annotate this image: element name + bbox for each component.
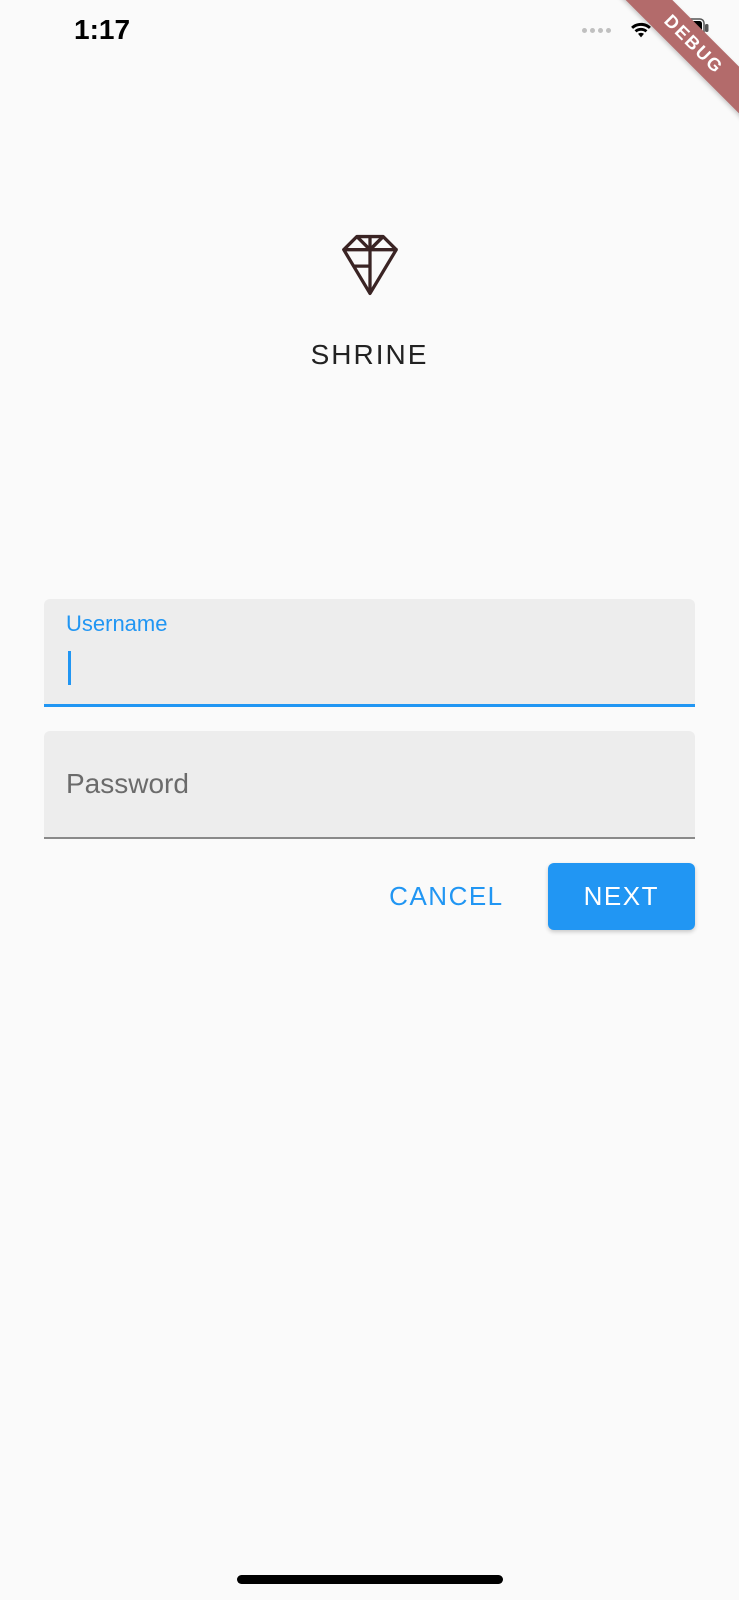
login-form: Username Password CANCEL NEXT [0, 599, 739, 930]
home-indicator [237, 1575, 503, 1584]
cancel-button[interactable]: CANCEL [359, 863, 533, 930]
text-caret [68, 651, 71, 685]
password-field-container[interactable]: Password [44, 731, 695, 839]
username-field-container[interactable]: Username [44, 599, 695, 707]
username-label: Username [66, 611, 673, 637]
button-row: CANCEL NEXT [44, 863, 695, 930]
cellular-dots-icon [582, 28, 611, 33]
diamond-icon [335, 230, 405, 305]
status-time: 1:17 [28, 14, 130, 46]
logo-section: SHRINE [0, 230, 739, 371]
password-placeholder: Password [66, 768, 189, 800]
status-bar: 1:17 [0, 0, 739, 60]
next-button[interactable]: NEXT [548, 863, 695, 930]
app-title: SHRINE [311, 339, 429, 371]
username-input[interactable] [66, 643, 673, 675]
